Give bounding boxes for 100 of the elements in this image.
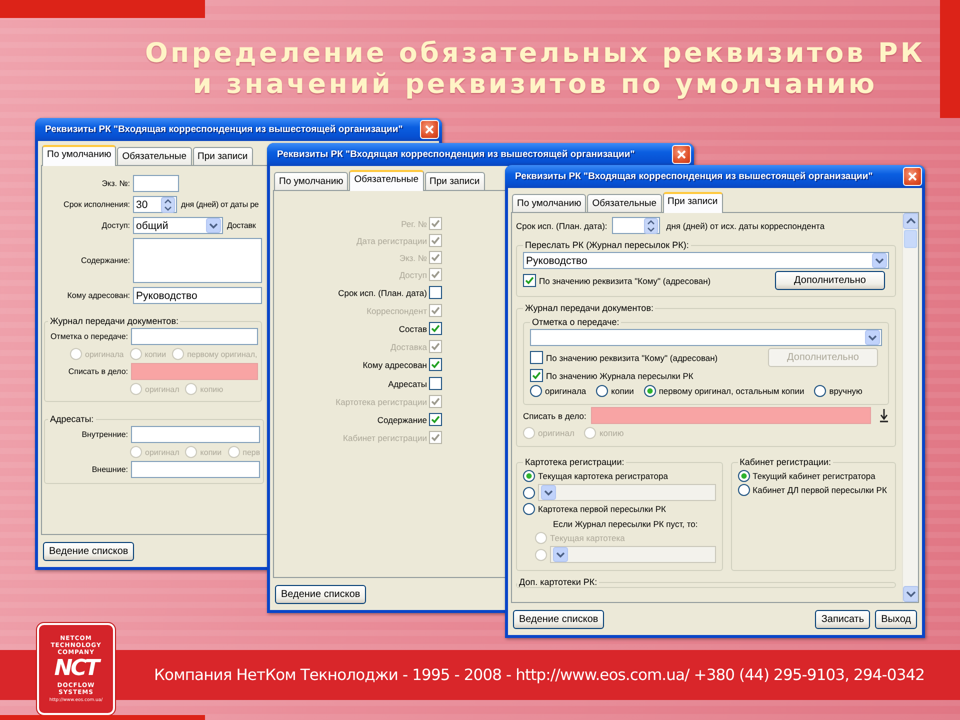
spinner-icon[interactable] xyxy=(161,196,175,212)
tab[interactable]: По умолчанию xyxy=(274,172,348,190)
slide-title-line: и значений реквизитов по умолчанию xyxy=(192,69,878,100)
close-button[interactable] xyxy=(903,167,922,186)
checkbox-label: По значению реквизита "Кому" (адресован) xyxy=(539,276,711,286)
close-icon[interactable] xyxy=(424,124,435,135)
radio-button[interactable] xyxy=(523,486,535,498)
checkbox[interactable] xyxy=(429,377,442,390)
checkbox-label: Картотека регистрации xyxy=(336,396,427,406)
radio-label: оригинал xyxy=(145,384,180,394)
field-label: Внешние: xyxy=(90,465,128,474)
window-title: Реквизиты РК "Входящая корреспонденция из вышестоящей организации" xyxy=(45,124,404,135)
checkbox[interactable] xyxy=(429,286,442,299)
close-icon[interactable] xyxy=(676,149,687,160)
radio-label: Текущий кабинет регистратора xyxy=(752,471,876,481)
text-field[interactable]: Руководство xyxy=(133,287,262,304)
text-field[interactable] xyxy=(131,461,260,478)
dialog-button[interactable]: Ведение списков xyxy=(275,584,366,604)
tab[interactable]: При записи xyxy=(192,147,253,165)
radio-button[interactable] xyxy=(738,470,750,482)
close-button[interactable] xyxy=(420,120,439,139)
radio-label: вручную xyxy=(829,386,862,396)
group-title: Журнал передачи документов: xyxy=(524,303,654,313)
tab[interactable]: При записи xyxy=(424,172,485,190)
checkbox[interactable] xyxy=(429,358,442,371)
checkbox-label: По значению реквизита "Кому" (адресован) xyxy=(546,352,718,362)
group-title: Переслать РК (Журнал пересылок РК): xyxy=(524,240,690,250)
spin-field[interactable]: 30 xyxy=(133,196,177,213)
text-field[interactable] xyxy=(131,328,258,345)
radio-button[interactable] xyxy=(814,385,826,397)
arrow-down-icon[interactable] xyxy=(879,408,889,423)
dropdown-field[interactable] xyxy=(530,329,882,346)
radio-label: Картотека первой пересылки РК xyxy=(538,504,666,514)
radio-label: оригинал xyxy=(145,448,180,456)
tab[interactable]: По умолчанию xyxy=(42,145,116,166)
text-field[interactable] xyxy=(133,175,179,192)
checkbox[interactable] xyxy=(429,322,442,335)
dialog-button[interactable]: Записать xyxy=(815,610,870,628)
radio-label: оригинала xyxy=(545,386,586,396)
dialog-button[interactable]: Ведение списков xyxy=(513,610,604,628)
tab[interactable]: При записи xyxy=(662,192,723,213)
radio-label: Кабинет ДЛ первой пересылки РК xyxy=(752,485,887,495)
dropdown-icon[interactable] xyxy=(865,330,880,345)
checkbox[interactable] xyxy=(523,274,536,287)
field-label: Отметка о передаче: xyxy=(49,332,128,341)
radio-label: первому оригинал, xyxy=(187,350,258,358)
checkbox-label: Дата регистрации xyxy=(356,236,427,246)
field-label: Содержание: xyxy=(80,256,130,265)
radio-button[interactable] xyxy=(523,470,535,482)
tab[interactable]: Обязательные xyxy=(587,194,662,212)
radio-label: перв xyxy=(242,448,260,456)
spin-field[interactable] xyxy=(612,217,660,234)
field-label: Списать в дело: xyxy=(523,410,586,420)
dropdown-field[interactable]: Руководство xyxy=(523,252,889,269)
scrollbar[interactable] xyxy=(902,213,918,602)
dialog-button[interactable]: Выход xyxy=(875,610,917,628)
checkbox-label: Состав xyxy=(398,324,427,334)
scroll-thumb[interactable] xyxy=(904,230,917,248)
field-label: Внутренние: xyxy=(80,430,128,439)
radio-label: Текущая картотека xyxy=(550,533,625,543)
group-title: Кабинет регистрации: xyxy=(738,457,832,467)
radio-button[interactable] xyxy=(530,385,542,397)
radio-label: оригинала xyxy=(85,350,124,358)
close-icon[interactable] xyxy=(907,171,918,182)
text-area[interactable] xyxy=(133,238,262,283)
field-suffix: дня (дней) от даты ре xyxy=(181,200,259,209)
radio-label: копию xyxy=(200,384,224,394)
radio-button[interactable] xyxy=(523,503,535,515)
spinner-icon[interactable] xyxy=(644,218,658,234)
dropdown-field[interactable]: общий xyxy=(133,217,223,234)
slide-title-line: Определение обязательных реквизитов РК xyxy=(145,38,925,69)
footer-text: Компания НетКом Текнолоджи - 1995 - 2008 - http://www.eos.com.ua/ +380 (44) 295-9103, 294-0342 xyxy=(154,666,925,684)
text-field[interactable] xyxy=(591,407,871,424)
radio-label: копии xyxy=(144,350,166,358)
radio-button[interactable] xyxy=(596,385,608,397)
checkbox[interactable] xyxy=(530,351,543,364)
more-button[interactable]: Дополнительно xyxy=(775,271,885,290)
text-field[interactable] xyxy=(131,363,258,380)
dropdown-icon[interactable] xyxy=(872,253,887,268)
checkbox-label: По значению Журнала пересылки РК xyxy=(546,370,694,380)
field-label: Кому адресован: xyxy=(66,291,130,300)
tab[interactable]: Обязательные xyxy=(117,147,192,165)
tab[interactable]: По умолчанию xyxy=(512,194,586,212)
checkbox[interactable] xyxy=(530,369,543,382)
tab[interactable]: Обязательные xyxy=(349,170,424,191)
group-title: Доп. картотеки РК: xyxy=(518,577,598,587)
field-label: Списать в дело: xyxy=(67,367,128,376)
scroll-down-button[interactable] xyxy=(903,586,918,602)
scroll-up-button[interactable] xyxy=(903,213,918,229)
text-field[interactable] xyxy=(131,426,260,443)
dialog-button[interactable]: Ведение списков xyxy=(43,542,134,560)
radio-button[interactable] xyxy=(644,385,656,397)
checkbox[interactable] xyxy=(429,413,442,426)
dropdown-icon[interactable] xyxy=(206,218,221,233)
logo-mark: NCT xyxy=(54,657,98,681)
close-button[interactable] xyxy=(672,145,691,164)
group-title: Адресаты: xyxy=(49,414,95,424)
radio-button[interactable] xyxy=(738,484,750,496)
group-title: Отметка о передаче: xyxy=(531,317,620,327)
field-label: Доступ: xyxy=(100,221,130,230)
